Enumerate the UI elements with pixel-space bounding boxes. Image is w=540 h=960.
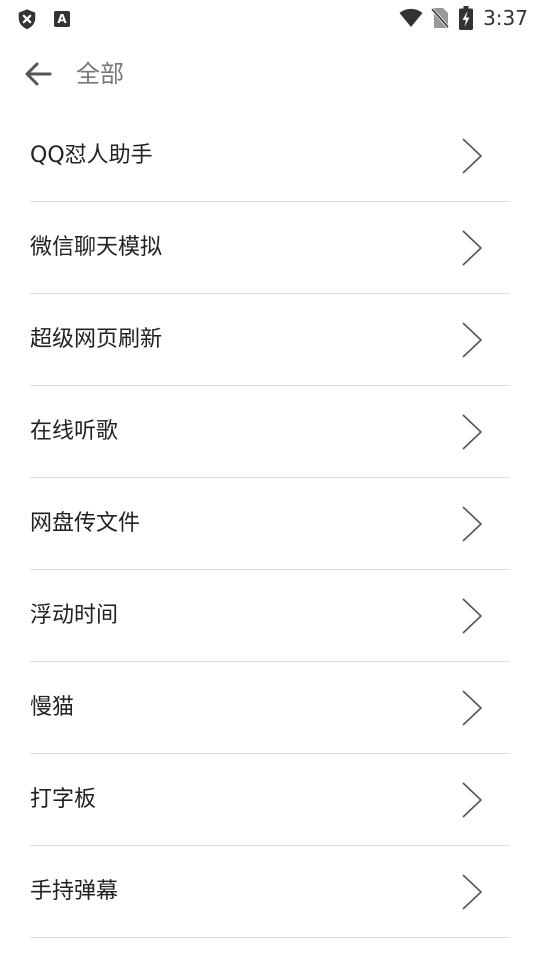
feature-list: QQ怼人助手 微信聊天模拟 超级网页刷新 在线听歌 网盘传文件 浮动时间 慢猫 …	[30, 110, 510, 938]
list-item[interactable]: QQ怼人助手	[30, 110, 510, 202]
list-item-label: 浮动时间	[30, 603, 119, 628]
chevron-right-icon	[460, 504, 484, 544]
status-bar-left: A	[16, 8, 70, 30]
list-item[interactable]: 浮动时间	[30, 570, 510, 662]
list-item[interactable]: 在线听歌	[30, 386, 510, 478]
list-item-label: 打字板	[30, 787, 97, 812]
list-item-label: 微信聊天模拟	[30, 235, 163, 260]
list-item[interactable]: 慢猫	[30, 662, 510, 754]
status-time: 3:37	[483, 6, 528, 30]
arrow-left-icon	[25, 62, 52, 86]
chevron-right-icon	[460, 412, 484, 452]
battery-charging-icon	[459, 6, 474, 30]
list-item-label: 网盘传文件	[30, 511, 141, 536]
shield-x-icon	[18, 9, 36, 30]
status-bar: A 3:37	[0, 0, 540, 36]
list-item[interactable]: 超级网页刷新	[30, 294, 510, 386]
status-bar-right: 3:37	[399, 6, 528, 30]
list-item-label: 手持弹幕	[30, 879, 119, 904]
chevron-right-icon	[460, 780, 484, 820]
chevron-right-icon	[460, 872, 484, 912]
chevron-right-icon	[460, 596, 484, 636]
chevron-right-icon	[460, 320, 484, 360]
chevron-right-icon	[460, 136, 484, 176]
back-button[interactable]	[20, 56, 56, 92]
wifi-icon	[399, 8, 423, 27]
list-item-label: 慢猫	[30, 695, 75, 720]
list-item[interactable]: 微信聊天模拟	[30, 202, 510, 294]
a-notification-icon: A	[54, 11, 70, 27]
list-item-label: 超级网页刷新	[30, 327, 163, 352]
no-sim-icon	[431, 8, 450, 28]
page-title: 全部	[76, 60, 124, 88]
list-item[interactable]: 打字板	[30, 754, 510, 846]
chevron-right-icon	[460, 688, 484, 728]
chevron-right-icon	[460, 228, 484, 268]
list-item-label: 在线听歌	[30, 419, 119, 444]
toolbar: 全部	[0, 36, 540, 112]
list-item-label: QQ怼人助手	[30, 143, 153, 168]
list-item[interactable]: 网盘传文件	[30, 478, 510, 570]
list-item[interactable]: 手持弹幕	[30, 846, 510, 938]
